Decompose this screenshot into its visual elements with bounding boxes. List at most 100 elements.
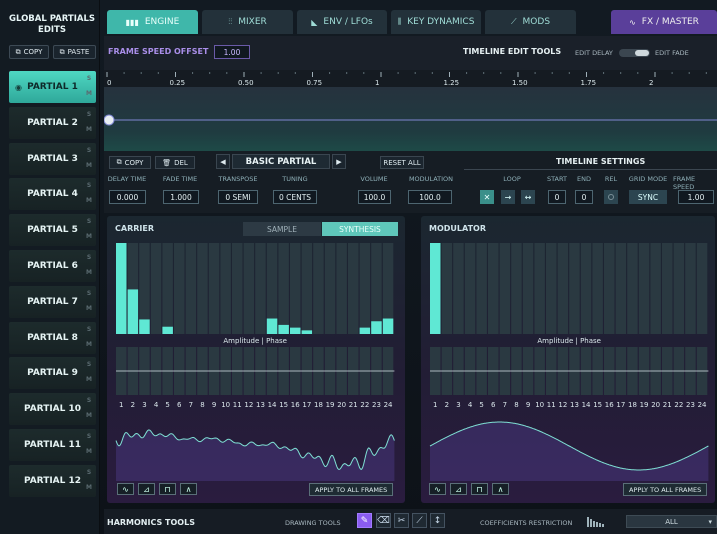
harmonic-amplitude-bar[interactable] <box>116 243 127 334</box>
harmonic-slot[interactable] <box>476 243 487 334</box>
solo-button[interactable]: S <box>84 287 94 301</box>
mute-button[interactable]: M <box>84 159 94 173</box>
harmonic-slot[interactable] <box>592 243 603 334</box>
delay-time-field[interactable]: 0.000 <box>109 190 146 204</box>
eraser-tool[interactable]: ⌫ <box>376 513 391 528</box>
power-icon[interactable]: ◉ <box>15 83 22 92</box>
harmonic-slot[interactable] <box>150 243 162 334</box>
end-field[interactable]: 0 <box>575 190 593 204</box>
partial-item-12[interactable]: PARTIAL 12 S M <box>9 464 96 497</box>
line-tool[interactable]: ⟋ <box>412 513 427 528</box>
partial-item-1[interactable]: PARTIAL 1 ◉ S M <box>9 71 96 103</box>
mute-button[interactable]: M <box>84 338 94 352</box>
mute-button[interactable]: M <box>84 87 94 101</box>
tab-engine[interactable]: ▮▮▮ ENGINE <box>107 10 198 34</box>
partial-item-9[interactable]: PARTIAL 9 SM <box>9 357 96 390</box>
sine-wave-button[interactable]: ∿ <box>117 483 134 495</box>
harmonic-amplitude-bar[interactable] <box>278 324 289 334</box>
square-wave-button[interactable]: ⊓ <box>471 483 488 495</box>
start-field[interactable]: 0 <box>548 190 566 204</box>
frame-speed-offset-field[interactable]: 1.00 <box>214 45 250 59</box>
partial-delete-button[interactable]: 🗑 DEL <box>155 156 195 169</box>
harmonic-slot[interactable] <box>162 243 173 334</box>
preset-prev-button[interactable]: ◀ <box>216 154 230 169</box>
solo-button[interactable]: S <box>84 179 94 193</box>
copy-button[interactable]: ⧉ COPY <box>9 45 49 59</box>
solo-button[interactable]: S <box>84 72 94 86</box>
harmonic-slot[interactable] <box>604 243 615 334</box>
mute-button[interactable]: M <box>84 445 94 459</box>
solo-button[interactable]: S <box>84 394 94 408</box>
mute-button[interactable]: M <box>84 230 94 244</box>
partial-item-2[interactable]: PARTIAL 2 SM <box>9 106 96 139</box>
harmonic-slot[interactable] <box>359 243 371 334</box>
paste-button[interactable]: ⧉ PASTE <box>53 45 96 59</box>
pencil-tool[interactable]: ✎ <box>357 513 372 528</box>
mute-button[interactable]: M <box>84 481 94 495</box>
harmonic-slot[interactable] <box>290 243 301 334</box>
harmonic-slot[interactable] <box>627 243 638 334</box>
partial-item-3[interactable]: PARTIAL 3 SM <box>9 142 96 175</box>
tab-mods[interactable]: ⟋ MODS <box>485 10 576 34</box>
harmonic-slot[interactable] <box>488 243 499 334</box>
square-wave-button[interactable]: ⊓ <box>159 483 176 495</box>
partial-item-8[interactable]: PARTIAL 8 SM <box>9 321 96 354</box>
vertical-tool[interactable]: ↕ <box>430 513 445 528</box>
harmonic-slot[interactable] <box>197 243 208 334</box>
harmonic-slot[interactable] <box>534 243 545 334</box>
harmonic-slot[interactable] <box>301 243 313 334</box>
grid-mode-select[interactable]: SYNC <box>629 190 667 204</box>
saw-wave-button[interactable]: ⊿ <box>450 483 467 495</box>
harmonic-slot[interactable] <box>243 243 255 334</box>
harmonic-slot[interactable] <box>673 243 685 334</box>
harmonic-slot[interactable] <box>557 243 569 334</box>
triangle-wave-button[interactable]: ∧ <box>492 483 509 495</box>
modulation-field[interactable]: 100.0 <box>408 190 452 204</box>
harmonic-slot[interactable] <box>569 243 580 334</box>
edit-mode-toggle[interactable] <box>619 49 650 57</box>
harmonic-slot[interactable] <box>371 243 382 334</box>
modulator-harmonics-editor[interactable]: 1 2 3 4 5 6 7 8 9 10 11 12 13 14 15 16 17 18 19 20 21 22 23 24A… <box>421 216 715 503</box>
partial-item-11[interactable]: PARTIAL 11 S M <box>9 429 96 461</box>
timeline-editor[interactable] <box>103 87 717 151</box>
solo-button[interactable]: S <box>84 144 94 158</box>
release-toggle[interactable] <box>604 190 618 204</box>
harmonic-slot[interactable] <box>580 243 592 334</box>
partial-item-4[interactable]: PARTIAL 4 SM <box>9 178 96 211</box>
modulator-apply-all-button[interactable]: APPLY TO ALL FRAMES <box>623 483 708 496</box>
harmonic-slot[interactable] <box>174 243 185 334</box>
solo-button[interactable]: S <box>84 430 94 444</box>
harmonic-amplitude-bar[interactable] <box>430 243 441 334</box>
carrier-harmonics-editor[interactable]: 1 2 3 4 5 6 7 8 9 10 11 12 13 14 15 16 17 18 19 20 21 22 23 24A… <box>107 216 405 503</box>
harmonic-slot[interactable] <box>546 243 557 334</box>
mute-button[interactable]: M <box>84 409 94 423</box>
harmonic-amplitude-bar[interactable] <box>127 289 139 334</box>
harmonic-slot[interactable] <box>522 243 534 334</box>
harmonic-slot[interactable] <box>696 243 708 334</box>
harmonic-slot[interactable] <box>278 243 289 334</box>
tuning-field[interactable]: 0 CENTS <box>273 190 317 204</box>
harmonic-slot[interactable] <box>232 243 243 334</box>
harmonic-amplitude-bar[interactable] <box>139 319 150 334</box>
tab-mixer[interactable]: ⫶⫶ MIXER <box>202 10 293 34</box>
harmonic-slot[interactable] <box>255 243 266 334</box>
harmonic-slot[interactable] <box>220 243 231 334</box>
fade-time-field[interactable]: 1.000 <box>163 190 199 204</box>
harmonic-amplitude-bar[interactable] <box>266 318 278 334</box>
harmonic-slot[interactable] <box>441 243 453 334</box>
harmonic-slot[interactable] <box>638 243 650 334</box>
partial-copy-button[interactable]: ⧉ COPY <box>109 156 151 169</box>
partial-item-5[interactable]: PARTIAL 5 SM <box>9 214 96 247</box>
harmonic-amplitude-bar[interactable] <box>382 318 394 334</box>
transpose-field[interactable]: 0 SEMI <box>218 190 258 204</box>
mute-button[interactable]: M <box>84 302 94 316</box>
partial-item-7[interactable]: PARTIAL 7 SM <box>9 285 96 318</box>
saw-wave-button[interactable]: ⊿ <box>138 483 155 495</box>
harmonic-amplitude-bar[interactable] <box>290 327 301 334</box>
harmonic-slot[interactable] <box>464 243 476 334</box>
loop-off-button[interactable]: ✕ <box>480 190 494 204</box>
frame-speed-field[interactable]: 1.00 <box>678 190 714 204</box>
harmonic-slot[interactable] <box>662 243 673 334</box>
harmonic-amplitude-bar[interactable] <box>162 326 173 334</box>
harmonic-slot[interactable] <box>336 243 347 334</box>
